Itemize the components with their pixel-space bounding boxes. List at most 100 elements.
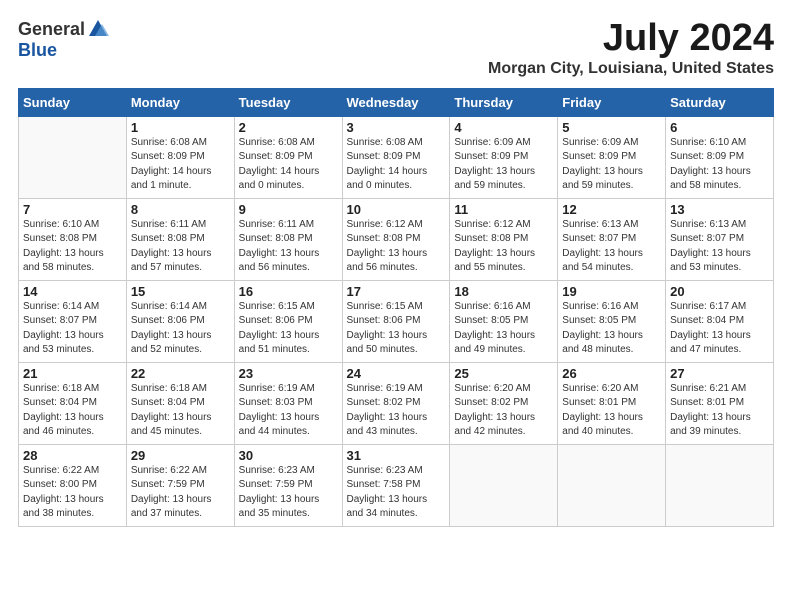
calendar-cell: 16Sunrise: 6:15 AMSunset: 8:06 PMDayligh… (234, 280, 342, 362)
day-number: 6 (670, 120, 769, 135)
calendar-cell: 29Sunrise: 6:22 AMSunset: 7:59 PMDayligh… (126, 444, 234, 526)
day-number: 17 (347, 284, 446, 299)
day-info: Sunrise: 6:08 AMSunset: 8:09 PMDaylight:… (239, 136, 338, 194)
day-info: Sunrise: 6:18 AMSunset: 8:04 PMDaylight:… (23, 382, 122, 440)
calendar-cell: 6Sunrise: 6:10 AMSunset: 8:09 PMDaylight… (666, 116, 774, 198)
day-info: Sunrise: 6:19 AMSunset: 8:03 PMDaylight:… (239, 382, 338, 440)
day-number: 8 (131, 202, 230, 217)
day-info: Sunrise: 6:20 AMSunset: 8:01 PMDaylight:… (562, 382, 661, 440)
day-number: 27 (670, 366, 769, 381)
day-info: Sunrise: 6:08 AMSunset: 8:09 PMDaylight:… (347, 136, 446, 194)
day-number: 22 (131, 366, 230, 381)
weekday-header-tuesday: Tuesday (234, 88, 342, 116)
calendar-cell: 23Sunrise: 6:19 AMSunset: 8:03 PMDayligh… (234, 362, 342, 444)
location-title: Morgan City, Louisiana, United States (488, 60, 774, 78)
week-row-1: 1Sunrise: 6:08 AMSunset: 8:09 PMDaylight… (19, 116, 774, 198)
calendar-cell: 26Sunrise: 6:20 AMSunset: 8:01 PMDayligh… (558, 362, 666, 444)
weekday-header-monday: Monday (126, 88, 234, 116)
calendar-cell: 18Sunrise: 6:16 AMSunset: 8:05 PMDayligh… (450, 280, 558, 362)
calendar-cell: 10Sunrise: 6:12 AMSunset: 8:08 PMDayligh… (342, 198, 450, 280)
day-info: Sunrise: 6:08 AMSunset: 8:09 PMDaylight:… (131, 136, 230, 194)
day-info: Sunrise: 6:23 AMSunset: 7:59 PMDaylight:… (239, 464, 338, 522)
day-info: Sunrise: 6:14 AMSunset: 8:07 PMDaylight:… (23, 300, 122, 358)
calendar-cell (19, 116, 127, 198)
day-number: 26 (562, 366, 661, 381)
calendar-cell: 22Sunrise: 6:18 AMSunset: 8:04 PMDayligh… (126, 362, 234, 444)
logo-general-text: General (18, 19, 85, 40)
day-number: 10 (347, 202, 446, 217)
page: General Blue July 2024 Morgan City, Loui… (0, 0, 792, 612)
logo-icon (87, 18, 109, 40)
day-info: Sunrise: 6:09 AMSunset: 8:09 PMDaylight:… (562, 136, 661, 194)
title-area: July 2024 Morgan City, Louisiana, United… (488, 18, 774, 78)
day-info: Sunrise: 6:23 AMSunset: 7:58 PMDaylight:… (347, 464, 446, 522)
calendar-table: SundayMondayTuesdayWednesdayThursdayFrid… (18, 88, 774, 527)
day-info: Sunrise: 6:11 AMSunset: 8:08 PMDaylight:… (239, 218, 338, 276)
calendar-cell: 27Sunrise: 6:21 AMSunset: 8:01 PMDayligh… (666, 362, 774, 444)
day-info: Sunrise: 6:17 AMSunset: 8:04 PMDaylight:… (670, 300, 769, 358)
calendar-cell: 3Sunrise: 6:08 AMSunset: 8:09 PMDaylight… (342, 116, 450, 198)
weekday-header-row: SundayMondayTuesdayWednesdayThursdayFrid… (19, 88, 774, 116)
week-row-4: 21Sunrise: 6:18 AMSunset: 8:04 PMDayligh… (19, 362, 774, 444)
calendar-cell (666, 444, 774, 526)
day-number: 29 (131, 448, 230, 463)
calendar-cell: 11Sunrise: 6:12 AMSunset: 8:08 PMDayligh… (450, 198, 558, 280)
calendar-cell: 30Sunrise: 6:23 AMSunset: 7:59 PMDayligh… (234, 444, 342, 526)
day-info: Sunrise: 6:18 AMSunset: 8:04 PMDaylight:… (131, 382, 230, 440)
logo: General (18, 18, 109, 40)
day-number: 1 (131, 120, 230, 135)
calendar-cell: 9Sunrise: 6:11 AMSunset: 8:08 PMDaylight… (234, 198, 342, 280)
day-info: Sunrise: 6:14 AMSunset: 8:06 PMDaylight:… (131, 300, 230, 358)
day-number: 11 (454, 202, 553, 217)
day-info: Sunrise: 6:16 AMSunset: 8:05 PMDaylight:… (562, 300, 661, 358)
week-row-2: 7Sunrise: 6:10 AMSunset: 8:08 PMDaylight… (19, 198, 774, 280)
month-title: July 2024 (488, 18, 774, 60)
calendar-cell: 17Sunrise: 6:15 AMSunset: 8:06 PMDayligh… (342, 280, 450, 362)
day-info: Sunrise: 6:16 AMSunset: 8:05 PMDaylight:… (454, 300, 553, 358)
day-info: Sunrise: 6:10 AMSunset: 8:08 PMDaylight:… (23, 218, 122, 276)
day-info: Sunrise: 6:22 AMSunset: 8:00 PMDaylight:… (23, 464, 122, 522)
calendar-cell: 13Sunrise: 6:13 AMSunset: 8:07 PMDayligh… (666, 198, 774, 280)
calendar-cell: 20Sunrise: 6:17 AMSunset: 8:04 PMDayligh… (666, 280, 774, 362)
day-info: Sunrise: 6:15 AMSunset: 8:06 PMDaylight:… (347, 300, 446, 358)
day-number: 2 (239, 120, 338, 135)
day-number: 20 (670, 284, 769, 299)
calendar-cell: 5Sunrise: 6:09 AMSunset: 8:09 PMDaylight… (558, 116, 666, 198)
header-area: General Blue July 2024 Morgan City, Loui… (18, 18, 774, 78)
day-number: 13 (670, 202, 769, 217)
weekday-header-saturday: Saturday (666, 88, 774, 116)
calendar-cell: 21Sunrise: 6:18 AMSunset: 8:04 PMDayligh… (19, 362, 127, 444)
day-info: Sunrise: 6:13 AMSunset: 8:07 PMDaylight:… (670, 218, 769, 276)
calendar-cell: 14Sunrise: 6:14 AMSunset: 8:07 PMDayligh… (19, 280, 127, 362)
day-number: 9 (239, 202, 338, 217)
week-row-3: 14Sunrise: 6:14 AMSunset: 8:07 PMDayligh… (19, 280, 774, 362)
calendar-cell: 8Sunrise: 6:11 AMSunset: 8:08 PMDaylight… (126, 198, 234, 280)
day-number: 12 (562, 202, 661, 217)
day-number: 18 (454, 284, 553, 299)
weekday-header-friday: Friday (558, 88, 666, 116)
day-info: Sunrise: 6:09 AMSunset: 8:09 PMDaylight:… (454, 136, 553, 194)
weekday-header-wednesday: Wednesday (342, 88, 450, 116)
day-info: Sunrise: 6:21 AMSunset: 8:01 PMDaylight:… (670, 382, 769, 440)
calendar-cell: 25Sunrise: 6:20 AMSunset: 8:02 PMDayligh… (450, 362, 558, 444)
calendar-cell: 7Sunrise: 6:10 AMSunset: 8:08 PMDaylight… (19, 198, 127, 280)
day-info: Sunrise: 6:12 AMSunset: 8:08 PMDaylight:… (454, 218, 553, 276)
day-info: Sunrise: 6:22 AMSunset: 7:59 PMDaylight:… (131, 464, 230, 522)
day-number: 15 (131, 284, 230, 299)
calendar-cell: 1Sunrise: 6:08 AMSunset: 8:09 PMDaylight… (126, 116, 234, 198)
day-number: 28 (23, 448, 122, 463)
day-info: Sunrise: 6:13 AMSunset: 8:07 PMDaylight:… (562, 218, 661, 276)
day-number: 3 (347, 120, 446, 135)
day-info: Sunrise: 6:20 AMSunset: 8:02 PMDaylight:… (454, 382, 553, 440)
calendar-cell: 15Sunrise: 6:14 AMSunset: 8:06 PMDayligh… (126, 280, 234, 362)
weekday-header-thursday: Thursday (450, 88, 558, 116)
day-info: Sunrise: 6:12 AMSunset: 8:08 PMDaylight:… (347, 218, 446, 276)
day-number: 7 (23, 202, 122, 217)
calendar-cell (450, 444, 558, 526)
calendar-cell: 19Sunrise: 6:16 AMSunset: 8:05 PMDayligh… (558, 280, 666, 362)
calendar-cell (558, 444, 666, 526)
day-number: 19 (562, 284, 661, 299)
day-info: Sunrise: 6:10 AMSunset: 8:09 PMDaylight:… (670, 136, 769, 194)
calendar-cell: 24Sunrise: 6:19 AMSunset: 8:02 PMDayligh… (342, 362, 450, 444)
calendar-cell: 4Sunrise: 6:09 AMSunset: 8:09 PMDaylight… (450, 116, 558, 198)
